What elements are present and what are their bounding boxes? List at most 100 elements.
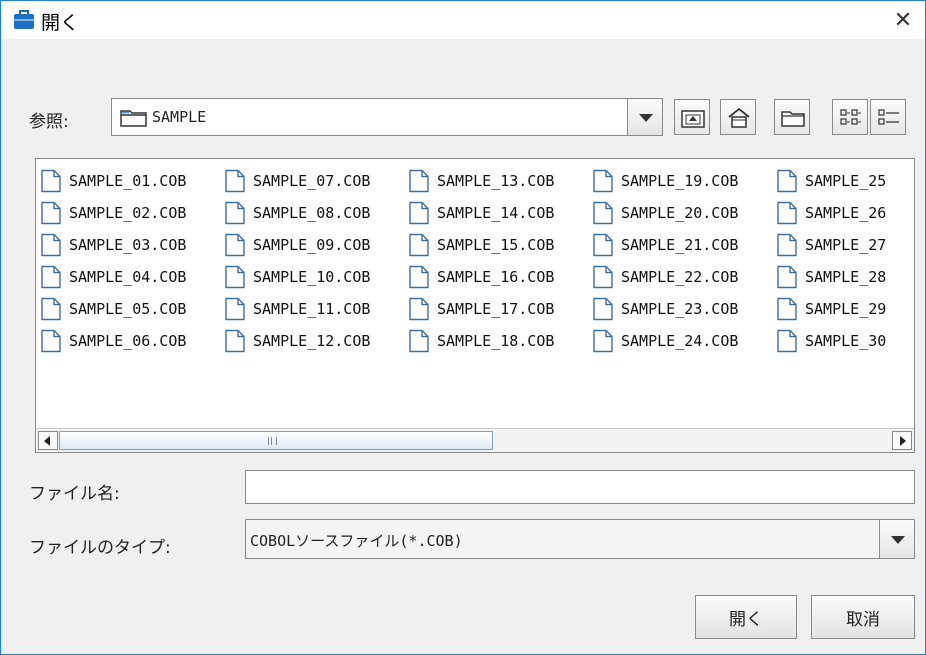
file-item[interactable]: SAMPLE_26 <box>776 197 914 229</box>
file-name: SAMPLE_02.COB <box>69 204 187 222</box>
open-button[interactable]: 開く <box>695 595 797 639</box>
file-icon <box>408 169 430 193</box>
file-column: SAMPLE_19.COB SAMPLE_20.COB SAMPLE_21.COB S… <box>592 165 776 357</box>
file-name: SAMPLE_05.COB <box>69 300 187 318</box>
file-icon <box>408 233 430 257</box>
file-item[interactable]: SAMPLE_19.COB <box>592 165 776 197</box>
file-name: SAMPLE_16.COB <box>437 268 555 286</box>
file-column: SAMPLE_13.COB SAMPLE_14.COB SAMPLE_15.COB S… <box>408 165 592 357</box>
file-name: SAMPLE_03.COB <box>69 236 187 254</box>
file-item[interactable]: SAMPLE_22.COB <box>592 261 776 293</box>
file-name: SAMPLE_17.COB <box>437 300 555 318</box>
file-item[interactable]: SAMPLE_04.COB <box>40 261 224 293</box>
file-item[interactable]: SAMPLE_21.COB <box>592 229 776 261</box>
file-icon <box>40 329 62 353</box>
file-item[interactable]: SAMPLE_03.COB <box>40 229 224 261</box>
scroll-thumb[interactable] <box>59 431 493 450</box>
look-in-combo[interactable]: SAMPLE <box>111 98 663 136</box>
chevron-down-icon[interactable] <box>627 98 663 136</box>
file-name: SAMPLE_18.COB <box>437 332 555 350</box>
file-icon <box>224 265 246 289</box>
file-icon <box>408 201 430 225</box>
up-folder-button[interactable] <box>674 99 710 135</box>
file-list[interactable]: SAMPLE_01.COB SAMPLE_02.COB SAMPLE_03.COB S… <box>35 158 915 453</box>
home-button[interactable] <box>720 99 756 135</box>
file-item[interactable]: SAMPLE_18.COB <box>408 325 592 357</box>
file-item[interactable]: SAMPLE_06.COB <box>40 325 224 357</box>
file-item[interactable]: SAMPLE_09.COB <box>224 229 408 261</box>
file-item[interactable]: SAMPLE_01.COB <box>40 165 224 197</box>
up-folder-icon <box>681 110 705 128</box>
file-icon <box>224 201 246 225</box>
file-column: SAMPLE_25 SAMPLE_26 SAMPLE_27 SAMPLE_28 SAMP… <box>776 165 914 357</box>
file-name: SAMPLE_30 <box>805 332 887 350</box>
file-name: SAMPLE_06.COB <box>69 332 187 350</box>
file-item[interactable]: SAMPLE_28 <box>776 261 914 293</box>
file-item[interactable]: SAMPLE_17.COB <box>408 293 592 325</box>
file-name: SAMPLE_12.COB <box>253 332 371 350</box>
close-button[interactable]: ✕ <box>881 1 925 39</box>
file-item[interactable]: SAMPLE_24.COB <box>592 325 776 357</box>
file-item[interactable]: SAMPLE_16.COB <box>408 261 592 293</box>
home-icon <box>728 107 750 128</box>
file-icon <box>592 233 614 257</box>
file-name: SAMPLE_01.COB <box>69 172 187 190</box>
file-name: SAMPLE_19.COB <box>621 172 739 190</box>
file-item[interactable]: SAMPLE_13.COB <box>408 165 592 197</box>
file-icon <box>776 265 798 289</box>
filename-input[interactable] <box>245 470 915 504</box>
file-name: SAMPLE_26 <box>805 204 887 222</box>
open-dialog: 開く ✕ 参照: SAMPLE SAMPLE_01.COB SAMPLE_02.… <box>0 0 926 655</box>
file-column: SAMPLE_07.COB SAMPLE_08.COB SAMPLE_09.COB S… <box>224 165 408 357</box>
file-item[interactable]: SAMPLE_11.COB <box>224 293 408 325</box>
file-name: SAMPLE_20.COB <box>621 204 739 222</box>
file-name: SAMPLE_04.COB <box>69 268 187 286</box>
dialog-title: 開く <box>41 12 80 34</box>
file-name: SAMPLE_10.COB <box>253 268 371 286</box>
file-icon <box>40 233 62 257</box>
file-item[interactable]: SAMPLE_14.COB <box>408 197 592 229</box>
file-icon <box>408 297 430 321</box>
file-icon <box>776 201 798 225</box>
file-name: SAMPLE_22.COB <box>621 268 739 286</box>
new-folder-icon <box>781 111 805 127</box>
file-name: SAMPLE_23.COB <box>621 300 739 318</box>
file-name: SAMPLE_09.COB <box>253 236 371 254</box>
filename-label: ファイル名: <box>29 484 120 504</box>
file-icon <box>408 265 430 289</box>
file-icon <box>408 329 430 353</box>
scroll-right-icon[interactable] <box>892 431 912 450</box>
file-item[interactable]: SAMPLE_08.COB <box>224 197 408 229</box>
file-columns: SAMPLE_01.COB SAMPLE_02.COB SAMPLE_03.COB S… <box>40 165 914 357</box>
file-item[interactable]: SAMPLE_30 <box>776 325 914 357</box>
file-name: SAMPLE_15.COB <box>437 236 555 254</box>
file-item[interactable]: SAMPLE_02.COB <box>40 197 224 229</box>
file-name: SAMPLE_27 <box>805 236 887 254</box>
file-item[interactable]: SAMPLE_27 <box>776 229 914 261</box>
chevron-down-icon[interactable] <box>879 519 915 559</box>
filetype-label: ファイルのタイプ: <box>29 538 171 558</box>
file-item[interactable]: SAMPLE_29 <box>776 293 914 325</box>
file-icon <box>776 169 798 193</box>
file-name: SAMPLE_14.COB <box>437 204 555 222</box>
file-icon <box>40 169 62 193</box>
file-icon <box>224 169 246 193</box>
file-item[interactable]: SAMPLE_12.COB <box>224 325 408 357</box>
filetype-combo[interactable]: COBOLソースファイル(*.COB) <box>245 519 915 559</box>
file-item[interactable]: SAMPLE_20.COB <box>592 197 776 229</box>
cancel-button[interactable]: 取消 <box>811 595 915 639</box>
file-item[interactable]: SAMPLE_10.COB <box>224 261 408 293</box>
file-name: SAMPLE_25 <box>805 172 887 190</box>
file-item[interactable]: SAMPLE_05.COB <box>40 293 224 325</box>
details-view-button[interactable] <box>870 99 906 135</box>
file-item[interactable]: SAMPLE_23.COB <box>592 293 776 325</box>
file-item[interactable]: SAMPLE_07.COB <box>224 165 408 197</box>
scroll-left-icon[interactable] <box>38 431 58 450</box>
file-item[interactable]: SAMPLE_25 <box>776 165 914 197</box>
file-item[interactable]: SAMPLE_15.COB <box>408 229 592 261</box>
new-folder-button[interactable] <box>774 99 810 135</box>
filetype-value: COBOLソースファイル(*.COB) <box>250 532 463 550</box>
file-icon <box>40 201 62 225</box>
horizontal-scrollbar[interactable] <box>36 428 914 452</box>
list-view-button[interactable] <box>832 99 868 135</box>
